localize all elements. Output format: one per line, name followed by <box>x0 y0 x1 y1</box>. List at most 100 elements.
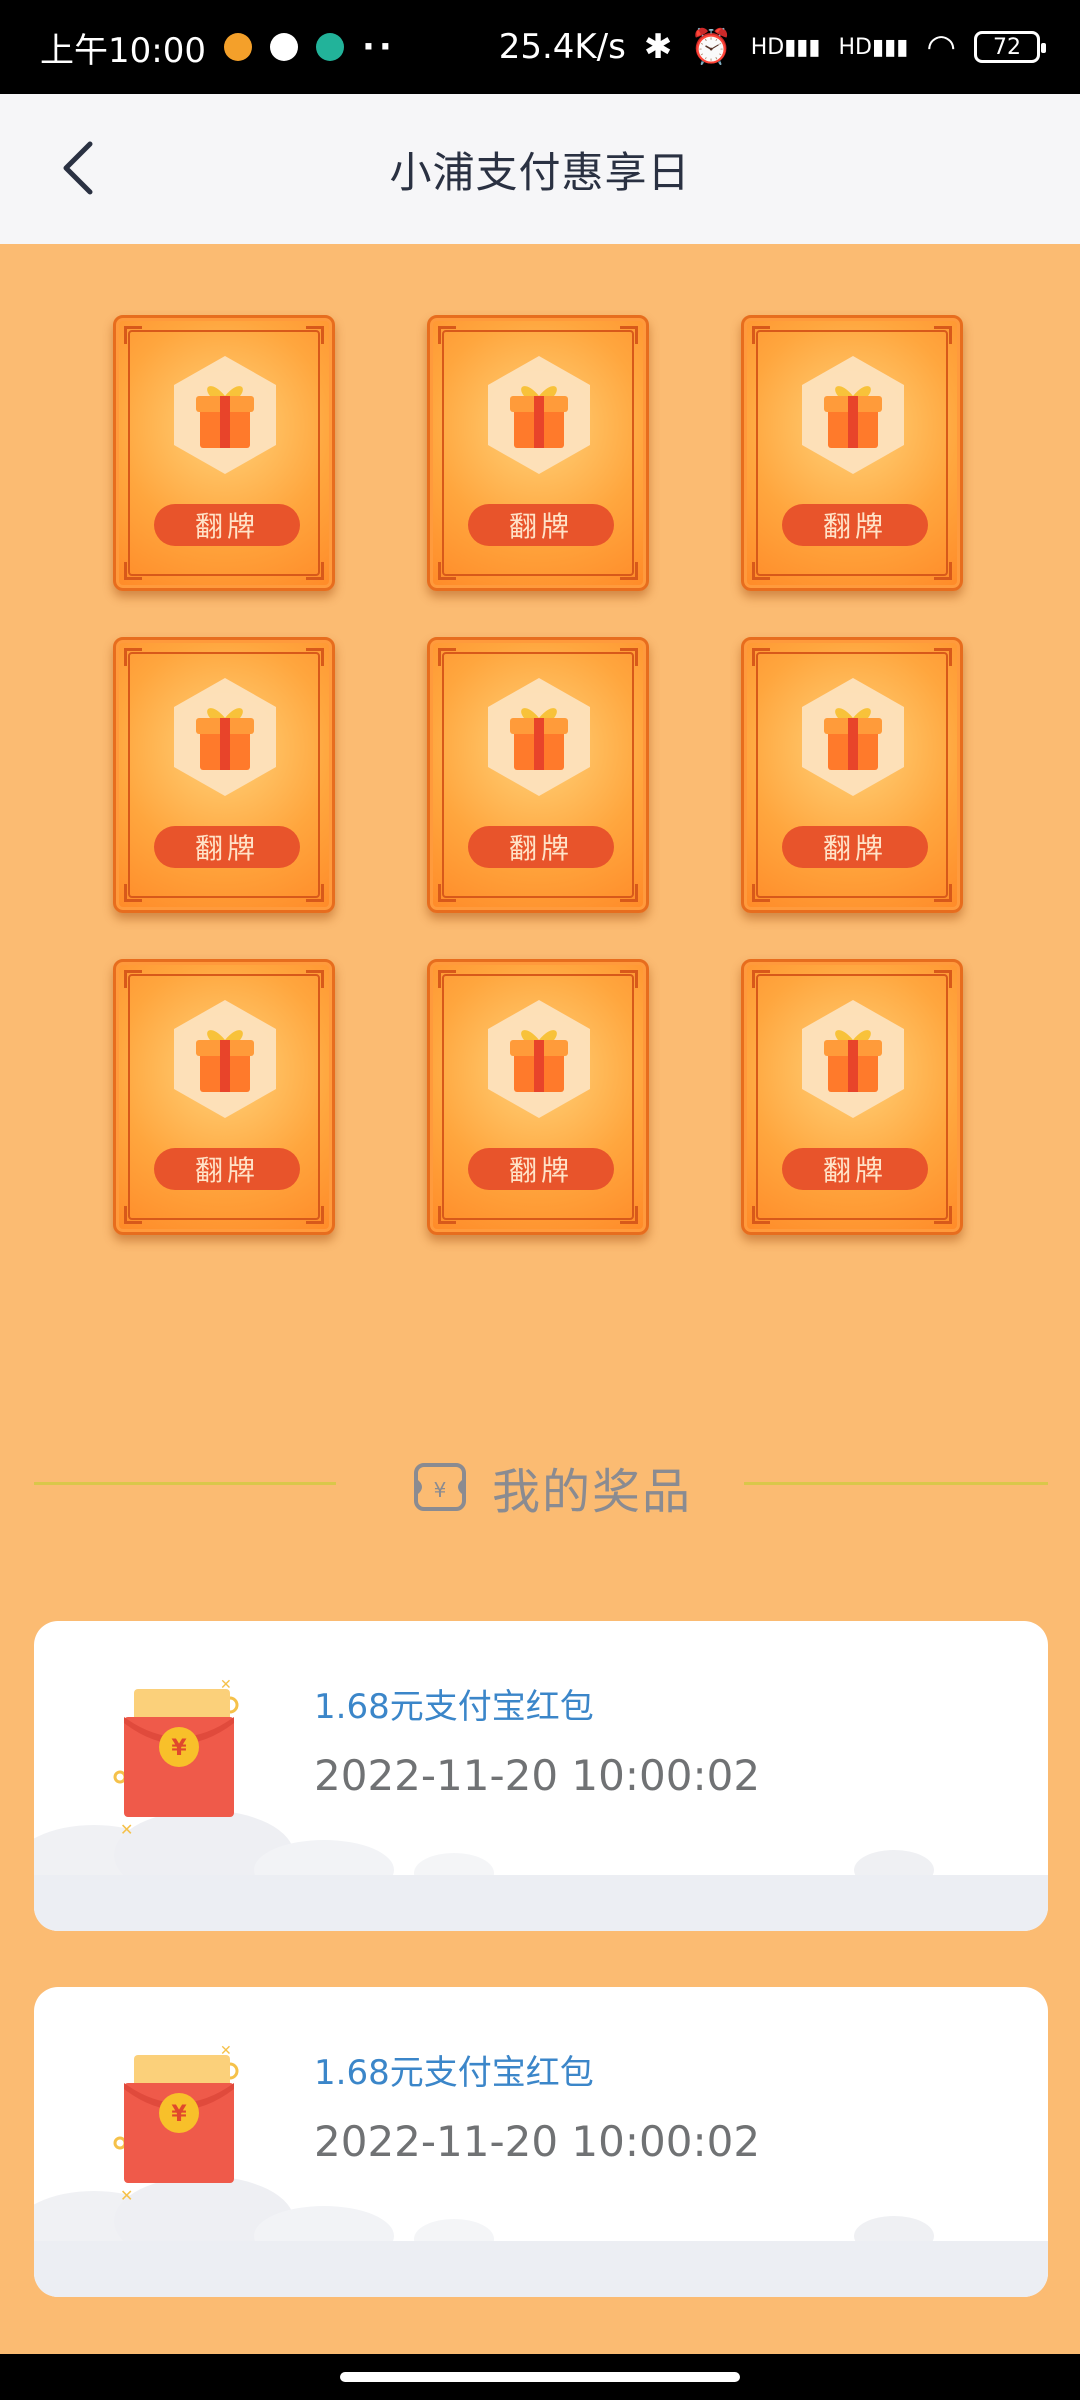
home-indicator-bar[interactable] <box>340 2372 740 2382</box>
decorative-line-right <box>744 1482 1048 1485</box>
corner-ornament <box>934 1206 952 1224</box>
flip-button[interactable]: 翻牌 <box>154 504 300 546</box>
wifi-icon: ◠ <box>926 27 956 67</box>
flip-card[interactable]: 翻牌 <box>741 637 963 913</box>
corner-ornament <box>620 1206 638 1224</box>
signal-icon-1: HD▮▮▮ <box>750 34 821 60</box>
corner-ornament <box>124 1206 142 1224</box>
red-envelope-icon: ✕ ✕ ¥ <box>113 1677 239 1837</box>
corner-ornament <box>620 326 638 344</box>
gift-icon <box>488 1000 590 1118</box>
prize-card[interactable]: ✕ ✕ ¥ 1.68元支付宝红包 2022-11-20 10:00:02 <box>34 1621 1048 1931</box>
corner-ornament <box>306 884 324 902</box>
flip-card[interactable]: 翻牌 <box>113 315 335 591</box>
flip-button[interactable]: 翻牌 <box>782 504 928 546</box>
corner-ornament <box>620 648 638 666</box>
red-envelope-icon: ✕ ✕ ¥ <box>113 2043 239 2203</box>
svg-text:✕: ✕ <box>120 1820 133 1837</box>
prize-card[interactable]: ✕ ✕ ¥ 1.68元支付宝红包 2022-11-20 10:00:02 <box>34 1987 1048 2297</box>
svg-text:¥: ¥ <box>171 2102 187 2127</box>
flip-button[interactable]: 翻牌 <box>782 1148 928 1190</box>
prize-time: 2022-11-20 10:00:02 <box>314 2117 761 2166</box>
flip-card[interactable]: 翻牌 <box>741 959 963 1235</box>
corner-ornament <box>620 884 638 902</box>
flip-card[interactable]: 翻牌 <box>427 959 649 1235</box>
corner-ornament <box>934 970 952 988</box>
gift-icon <box>802 1000 904 1118</box>
back-arrow-icon <box>63 141 93 195</box>
corner-ornament <box>124 970 142 988</box>
prizes-section-heading: ¥ 我的奖品 <box>0 1448 1080 1520</box>
corner-ornament <box>934 562 952 580</box>
flip-card[interactable]: 翻牌 <box>741 315 963 591</box>
navigation-bar <box>0 2354 1080 2400</box>
flip-card-grid: 翻牌 翻牌 翻牌 翻牌 翻牌 翻牌 翻牌 翻牌 翻牌 <box>113 315 963 1235</box>
back-button[interactable] <box>48 138 108 198</box>
prize-card-footer <box>34 1875 1048 1931</box>
corner-ornament <box>306 1206 324 1224</box>
corner-ornament <box>934 326 952 344</box>
svg-text:¥: ¥ <box>434 1478 447 1502</box>
flip-card[interactable]: 翻牌 <box>113 637 335 913</box>
corner-ornament <box>620 562 638 580</box>
corner-ornament <box>438 326 456 344</box>
corner-ornament <box>752 648 770 666</box>
corner-ornament <box>752 970 770 988</box>
shield-notification-icon <box>315 33 344 61</box>
corner-ornament <box>620 970 638 988</box>
status-bar: 上午10:00 ·· 25.4K/s ✱ ⏰ HD▮▮▮ HD▮▮▮ ◠ 72 <box>0 0 1080 94</box>
app-notification-icon-2 <box>269 33 298 61</box>
corner-ornament <box>438 1206 456 1224</box>
page-header: 小浦支付惠享日 <box>0 94 1080 244</box>
corner-ornament <box>124 648 142 666</box>
gift-icon <box>174 678 276 796</box>
corner-ornament <box>934 884 952 902</box>
flip-card[interactable]: 翻牌 <box>427 315 649 591</box>
svg-text:✕: ✕ <box>120 2186 133 2203</box>
flip-card[interactable]: 翻牌 <box>427 637 649 913</box>
svg-text:¥: ¥ <box>171 1736 187 1761</box>
prize-card-footer <box>34 2241 1048 2297</box>
corner-ornament <box>124 326 142 344</box>
corner-ornament <box>124 562 142 580</box>
network-speed: 25.4K/s <box>498 27 626 67</box>
flip-button[interactable]: 翻牌 <box>468 826 614 868</box>
corner-ornament <box>306 562 324 580</box>
gift-icon <box>174 1000 276 1118</box>
flip-card[interactable]: 翻牌 <box>113 959 335 1235</box>
flip-button[interactable]: 翻牌 <box>468 504 614 546</box>
gift-icon <box>802 678 904 796</box>
prize-name: 1.68元支付宝红包 <box>314 1687 594 1727</box>
prize-name: 1.68元支付宝红包 <box>314 2053 594 2093</box>
corner-ornament <box>752 562 770 580</box>
alarm-icon: ⏰ <box>690 27 733 67</box>
battery-level: 72 <box>993 34 1021 60</box>
corner-ornament <box>438 970 456 988</box>
app-notification-icon <box>223 33 252 61</box>
gift-icon <box>174 356 276 474</box>
flip-button[interactable]: 翻牌 <box>154 1148 300 1190</box>
gift-icon <box>488 356 590 474</box>
corner-ornament <box>752 1206 770 1224</box>
corner-ornament <box>306 648 324 666</box>
prize-ticket-icon: ¥ <box>414 1463 466 1511</box>
corner-ornament <box>306 326 324 344</box>
corner-ornament <box>306 970 324 988</box>
prize-time: 2022-11-20 10:00:02 <box>314 1751 761 1800</box>
corner-ornament <box>438 562 456 580</box>
signal-icon-2: HD▮▮▮ <box>838 34 909 60</box>
flip-button[interactable]: 翻牌 <box>154 826 300 868</box>
corner-ornament <box>752 326 770 344</box>
page-title: 小浦支付惠享日 <box>389 147 691 197</box>
corner-ornament <box>752 884 770 902</box>
gift-icon <box>802 356 904 474</box>
battery-icon: 72 <box>974 31 1046 63</box>
corner-ornament <box>438 884 456 902</box>
flip-button[interactable]: 翻牌 <box>468 1148 614 1190</box>
bluetooth-icon: ✱ <box>643 27 673 67</box>
flip-button[interactable]: 翻牌 <box>782 826 928 868</box>
gift-icon <box>488 678 590 796</box>
prizes-title: 我的奖品 <box>492 1464 693 1520</box>
corner-ornament <box>438 648 456 666</box>
status-time: 上午10:00 <box>40 30 206 71</box>
